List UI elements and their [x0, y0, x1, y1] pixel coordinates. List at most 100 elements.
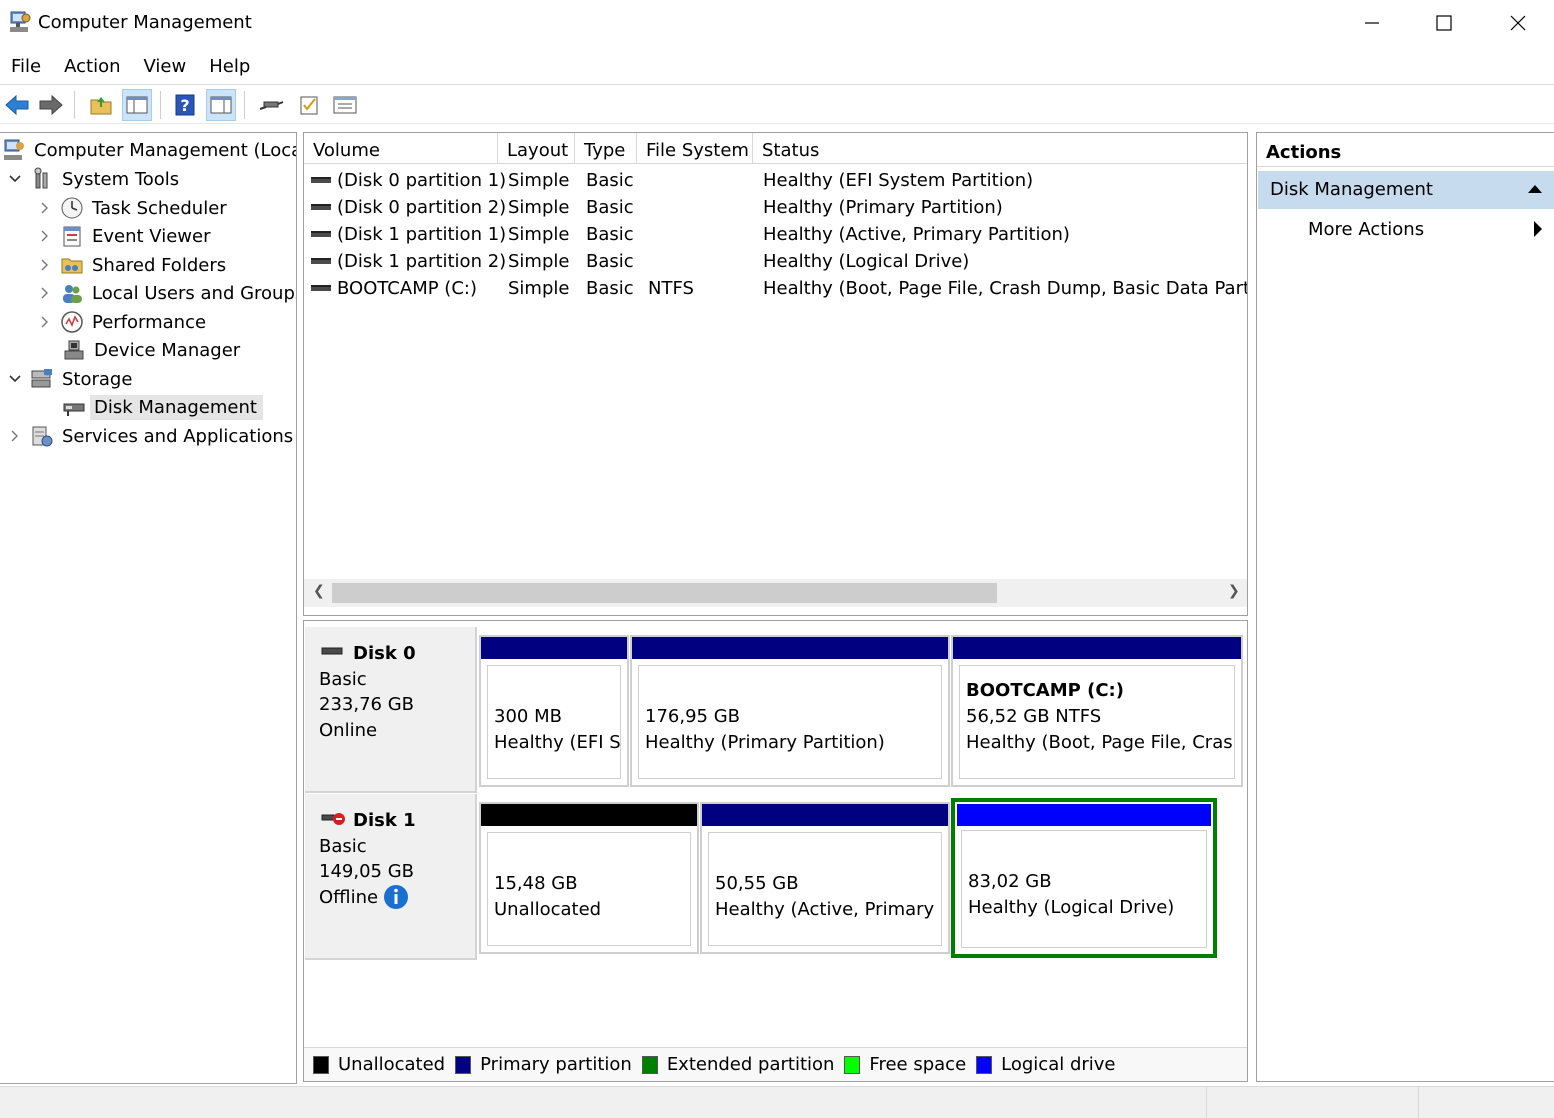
disk-1-label[interactable]: Disk 1 Basic 149,05 GB Offline [305, 794, 477, 960]
scroll-left-icon[interactable]: ❮ [313, 583, 325, 599]
column-header-layout[interactable]: Layout [498, 133, 575, 164]
tree-item-shared-folders[interactable]: Shared Folders [38, 251, 226, 279]
menu-action[interactable]: Action [53, 52, 132, 82]
column-header-type[interactable]: Type [575, 133, 637, 164]
show-hide-console-tree-button[interactable] [122, 89, 152, 121]
status-bar [0, 1086, 1554, 1118]
actions-section-disk-management[interactable]: Disk Management [1258, 171, 1554, 209]
legend-item: Free space [844, 1054, 966, 1075]
clock-icon [61, 197, 83, 219]
horizontal-scrollbar[interactable]: ❮ ❯ [304, 579, 1247, 607]
close-button[interactable] [1482, 0, 1554, 46]
chevron-right-icon[interactable] [38, 229, 52, 243]
chevron-right-icon[interactable] [38, 315, 52, 329]
tree-item-services-applications[interactable]: Services and Applications [8, 422, 293, 450]
table-row[interactable]: (Disk 1 partition 1) Simple Basic Health… [304, 221, 1247, 248]
partition-color-bar [481, 804, 697, 826]
info-icon[interactable] [383, 884, 409, 910]
column-header-file-system[interactable]: File System [637, 133, 753, 164]
partition-extended-logical[interactable]: 83,02 GB Healthy (Logical Drive) [951, 798, 1217, 958]
collapse-up-icon[interactable] [1528, 185, 1542, 193]
tree-item-task-scheduler[interactable]: Task Scheduler [38, 194, 227, 222]
cell-type: Basic [586, 170, 634, 191]
column-header-volume[interactable]: Volume [304, 133, 498, 164]
partition-size: 15,48 GB [494, 873, 578, 894]
more-actions-item[interactable]: More Actions [1308, 219, 1424, 240]
cell-layout: Simple [508, 170, 570, 191]
column-header-status[interactable]: Status [753, 133, 1247, 164]
chevron-right-icon[interactable] [38, 286, 52, 300]
title-bar: Computer Management [0, 0, 1554, 48]
tree-root[interactable]: Computer Management (Local) [2, 136, 297, 164]
tree-label: Shared Folders [92, 254, 227, 276]
checklist-button[interactable] [294, 89, 324, 121]
partition-status: Healthy (Boot, Page File, Crash I [966, 732, 1235, 753]
up-one-level-button[interactable] [86, 89, 116, 121]
partition-bootcamp[interactable]: BOOTCAMP (C:) 56,52 GB NTFS Healthy (Boo… [951, 635, 1243, 787]
chevron-right-icon[interactable] [8, 429, 22, 443]
chevron-down-icon[interactable] [8, 372, 22, 386]
table-row[interactable]: (Disk 0 partition 2) Simple Basic Health… [304, 194, 1247, 221]
submenu-arrow-icon[interactable] [1534, 221, 1542, 237]
tree-item-event-viewer[interactable]: Event Viewer [38, 222, 210, 250]
volume-icon [311, 285, 331, 291]
back-button[interactable] [2, 89, 32, 121]
tree-item-device-manager[interactable]: Device Manager [62, 336, 240, 364]
tree-label: System Tools [62, 168, 180, 190]
tree-label: Task Scheduler [92, 197, 227, 219]
volume-list: Volume Layout Type File System Status (D… [303, 132, 1248, 616]
actions-pane: Actions Disk Management More Actions [1256, 132, 1554, 1082]
cell-status: Healthy (EFI System Partition) [763, 170, 1034, 191]
menu-view[interactable]: View [133, 52, 199, 82]
forward-arrow-icon [39, 94, 63, 116]
menu-file[interactable]: File [0, 52, 53, 82]
partition-unallocated[interactable]: 15,48 GB Unallocated [479, 802, 699, 954]
legend-swatch [976, 1055, 993, 1074]
partition-disk1-1[interactable]: 50,55 GB Healthy (Active, Primary Pa [700, 802, 950, 954]
properties-button[interactable] [330, 89, 360, 121]
disk-map: Disk 0 Basic 233,76 GB Online 300 MB Hea… [303, 620, 1248, 1082]
tree-label: Local Users and Groups [92, 282, 297, 304]
chevron-right-icon[interactable] [38, 201, 52, 215]
scroll-right-icon[interactable]: ❯ [1228, 583, 1240, 599]
partition-status: Unallocated [494, 899, 602, 920]
tree-label: Device Manager [94, 339, 241, 361]
chevron-right-icon[interactable] [38, 258, 52, 272]
disk-name: Disk 1 [353, 810, 416, 831]
partition-size: 50,55 GB [715, 873, 799, 894]
tree-item-disk-management[interactable]: Disk Management [62, 393, 263, 421]
event-log-icon [63, 226, 81, 247]
partition-disk0-2[interactable]: 176,95 GB Healthy (Primary Partition) [630, 635, 950, 787]
toolbar: ? [0, 84, 1554, 124]
tree-item-system-tools[interactable]: System Tools [8, 165, 179, 193]
scrollbar-thumb[interactable] [332, 583, 997, 603]
table-row[interactable]: (Disk 0 partition 1) Simple Basic Health… [304, 167, 1247, 194]
tree-item-storage[interactable]: Storage [8, 365, 132, 393]
actions-section-label: Disk Management [1270, 179, 1433, 200]
show-hide-action-pane-button[interactable] [206, 89, 236, 121]
table-row[interactable]: (Disk 1 partition 2) Simple Basic Health… [304, 248, 1247, 275]
disk-status: Online [319, 720, 378, 741]
tree-item-local-users[interactable]: Local Users and Groups [38, 279, 297, 307]
volume-icon [311, 177, 331, 183]
tree-root-label: Computer Management (Local) [34, 139, 297, 161]
help-button[interactable]: ? [170, 89, 200, 121]
show-hide-action-icon [210, 96, 232, 114]
partition-disk0-1[interactable]: 300 MB Healthy (EFI Sy [479, 635, 629, 787]
actions-header: Actions [1257, 133, 1554, 167]
disk-icon [321, 647, 343, 655]
minimize-button[interactable] [1336, 0, 1408, 46]
connect-button[interactable] [256, 89, 286, 121]
performance-icon [61, 311, 83, 333]
partition-size: 300 MB [494, 706, 562, 727]
window-title: Computer Management [38, 12, 252, 33]
chevron-down-icon[interactable] [8, 172, 22, 186]
disk-0-label[interactable]: Disk 0 Basic 233,76 GB Online [305, 627, 477, 793]
forward-button[interactable] [36, 89, 66, 121]
menu-help[interactable]: Help [198, 52, 262, 82]
table-row[interactable]: BOOTCAMP (C:) Simple Basic NTFS Healthy … [304, 275, 1247, 302]
tree-item-performance[interactable]: Performance [38, 308, 206, 336]
cell-layout: Simple [508, 224, 570, 245]
disk-offline-icon [321, 813, 345, 825]
maximize-button[interactable] [1408, 0, 1480, 46]
